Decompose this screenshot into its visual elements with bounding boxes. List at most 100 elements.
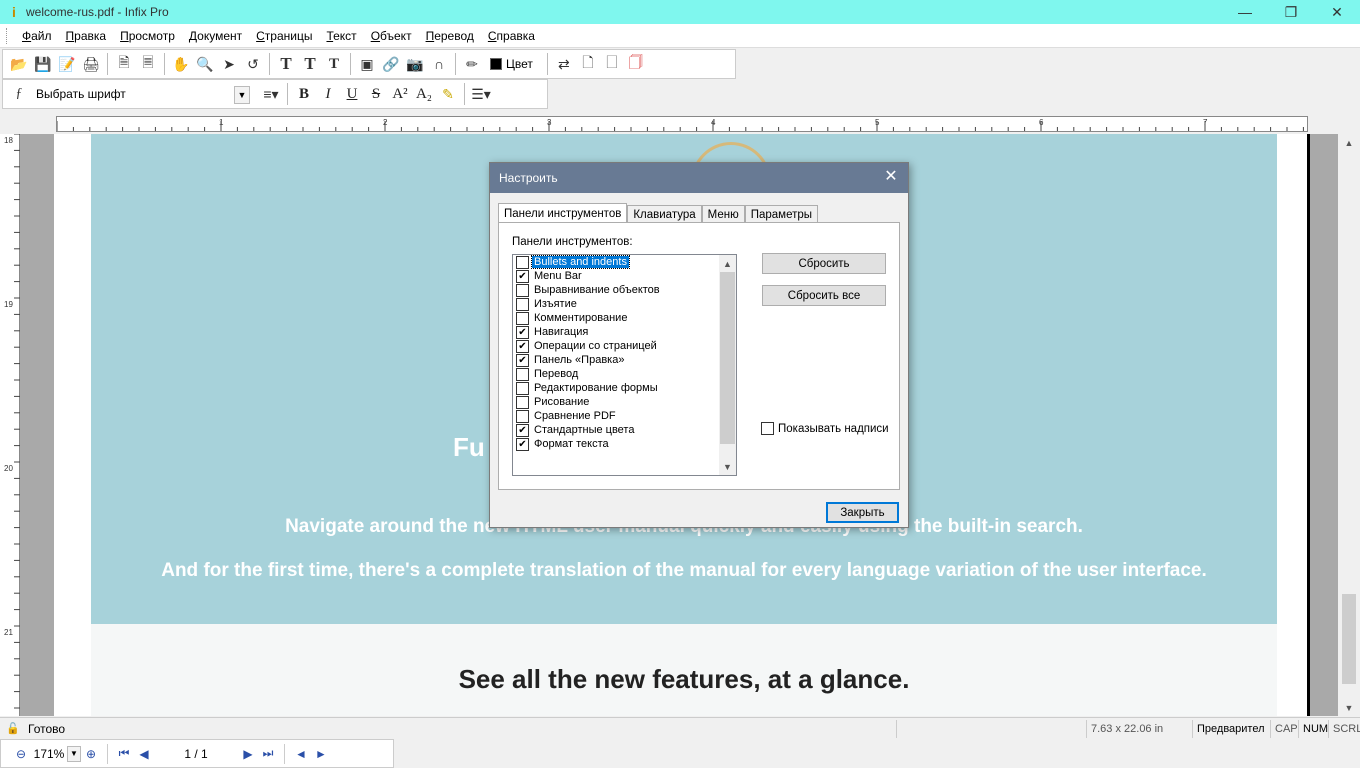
list-item[interactable]: ✔ Menu Bar: [513, 269, 736, 283]
menu-pages[interactable]: Страницы: [249, 29, 319, 43]
open-button[interactable]: 📂: [7, 52, 31, 76]
toolbar-checkbox[interactable]: ✔: [516, 339, 529, 353]
menu-text[interactable]: Текст: [319, 29, 363, 43]
italic-button[interactable]: I: [316, 82, 340, 106]
toolbar-checkbox[interactable]: ✔: [516, 353, 529, 367]
font-select[interactable]: Выбрать шрифт ▼: [31, 84, 250, 104]
show-labels-checkbox[interactable]: [761, 422, 774, 435]
crop-button[interactable]: ▣: [355, 52, 379, 76]
list-item[interactable]: ✔ Навигация: [513, 325, 736, 339]
eyedropper-button[interactable]: ✏: [460, 52, 484, 76]
features-heading[interactable]: See all the new features, at a glance.: [91, 664, 1277, 695]
menu-help[interactable]: Справка: [481, 29, 542, 43]
toolbar-checkbox[interactable]: ✔: [516, 269, 529, 283]
translate-page-button[interactable]: ⇄: [552, 52, 576, 76]
menu-translate[interactable]: Перевод: [419, 29, 481, 43]
prev-page-button[interactable]: ◀: [134, 744, 154, 764]
superscript-button[interactable]: A²: [388, 82, 412, 106]
menu-file[interactable]: Файл: [15, 29, 59, 43]
minimize-button[interactable]: —: [1222, 0, 1268, 24]
text-tool-button[interactable]: T: [274, 52, 298, 76]
list-scrollbar[interactable]: ▲ ▼: [719, 255, 736, 475]
toolbar-checkbox[interactable]: ✔: [516, 325, 529, 339]
line-spacing-button[interactable]: ☰▾: [469, 82, 493, 106]
scroll-up-button[interactable]: ▲: [1338, 134, 1360, 151]
scroll-thumb[interactable]: [1342, 594, 1356, 684]
toolbar-checkbox[interactable]: [516, 255, 529, 269]
save-as-button[interactable]: 📝: [55, 52, 79, 76]
subscript-button[interactable]: A₂: [412, 82, 436, 106]
redact-button[interactable]: ∩: [427, 52, 451, 76]
zoom-in-button[interactable]: ⊕: [81, 744, 101, 764]
zoom-out-button[interactable]: ⊖: [11, 744, 31, 764]
color-swatch[interactable]: [490, 58, 502, 70]
first-page-button[interactable]: ⏮: [114, 744, 134, 764]
add-page-button[interactable]: 🗋: [576, 52, 600, 76]
toolbar-checkbox[interactable]: [516, 409, 529, 423]
list-scroll-down-button[interactable]: ▼: [719, 458, 736, 475]
list-item[interactable]: ✔ Операции со страницей: [513, 339, 736, 353]
rotate-button[interactable]: ↺: [241, 52, 265, 76]
snapshot-button[interactable]: 📷: [403, 52, 427, 76]
extract-page-button[interactable]: 🗏: [136, 52, 160, 76]
tab-toolbars[interactable]: Панели инструментов: [498, 203, 628, 223]
list-item[interactable]: ✔ Формат текста: [513, 437, 736, 451]
list-item[interactable]: Выравнивание объектов: [513, 283, 736, 297]
zoom-dropdown[interactable]: ▼: [67, 745, 81, 762]
font-tool-icon-button[interactable]: ƒ: [7, 82, 31, 106]
toolbars-list[interactable]: Bullets and indents ✔ Menu Bar Выравнивание…: [512, 254, 737, 476]
export-page-button[interactable]: 🗌: [600, 52, 624, 76]
list-item[interactable]: Редактирование формы: [513, 381, 736, 395]
list-item[interactable]: Изъятие: [513, 297, 736, 311]
highlight-button[interactable]: ✎: [436, 82, 460, 106]
link-button[interactable]: 🔗: [379, 52, 403, 76]
zoom-level[interactable]: 171%: [31, 747, 67, 761]
dialog-close-button[interactable]: ✕: [882, 168, 900, 186]
next-page-button[interactable]: ▶: [238, 744, 258, 764]
tab-keyboard[interactable]: Клавиатура: [627, 205, 702, 223]
list-item[interactable]: Перевод: [513, 367, 736, 381]
list-scroll-up-button[interactable]: ▲: [719, 255, 736, 272]
toolbar-checkbox[interactable]: [516, 381, 529, 395]
toolbar-checkbox[interactable]: [516, 311, 529, 325]
menu-document[interactable]: Документ: [182, 29, 249, 43]
page-indicator[interactable]: 1 / 1: [154, 747, 238, 761]
toolbar-checkbox[interactable]: [516, 367, 529, 381]
add-text-button[interactable]: T: [298, 52, 322, 76]
maximize-button[interactable]: ❐: [1268, 0, 1314, 24]
close-button[interactable]: Закрыть: [826, 502, 899, 523]
menu-grip[interactable]: [6, 27, 9, 44]
bold-button[interactable]: B: [292, 82, 316, 106]
back-button[interactable]: ◄: [291, 744, 311, 764]
underline-button[interactable]: U: [340, 82, 364, 106]
delete-page-button[interactable]: 🗍: [624, 52, 648, 76]
vertical-scrollbar[interactable]: ▲ ▼: [1338, 134, 1360, 716]
text-numbering-button[interactable]: T: [322, 52, 346, 76]
strikethrough-button[interactable]: S: [364, 82, 388, 106]
list-scroll-thumb[interactable]: [720, 272, 735, 444]
list-item[interactable]: Bullets and indents: [513, 255, 736, 269]
list-item[interactable]: Комментирование: [513, 311, 736, 325]
toolbar-checkbox[interactable]: [516, 395, 529, 409]
hand-tool-button[interactable]: ✋: [169, 52, 193, 76]
list-item[interactable]: ✔ Стандартные цвета: [513, 423, 736, 437]
last-page-button[interactable]: ⏭: [258, 744, 278, 764]
toolbar-checkbox[interactable]: ✔: [516, 423, 529, 437]
menu-view[interactable]: Просмотр: [113, 29, 182, 43]
toolbar-checkbox[interactable]: [516, 297, 529, 311]
toolbar-checkbox[interactable]: ✔: [516, 437, 529, 451]
save-button[interactable]: 💾: [31, 52, 55, 76]
print-button[interactable]: 🖨: [79, 52, 103, 76]
list-item[interactable]: Рисование: [513, 395, 736, 409]
list-item[interactable]: Сравнение PDF: [513, 409, 736, 423]
select-tool-button[interactable]: ➤: [217, 52, 241, 76]
insert-page-button[interactable]: 🗎: [112, 52, 136, 76]
align-button[interactable]: ≡▾: [259, 82, 283, 106]
tab-menu[interactable]: Меню: [701, 205, 745, 223]
menu-edit[interactable]: Правка: [59, 29, 114, 43]
list-item[interactable]: ✔ Панель «Правка»: [513, 353, 736, 367]
reset-button[interactable]: Сбросить: [762, 253, 886, 274]
banner-paragraph-2[interactable]: And for the first time, there's a comple…: [91, 560, 1277, 582]
tab-options[interactable]: Параметры: [744, 205, 819, 223]
close-window-button[interactable]: ✕: [1314, 0, 1360, 24]
